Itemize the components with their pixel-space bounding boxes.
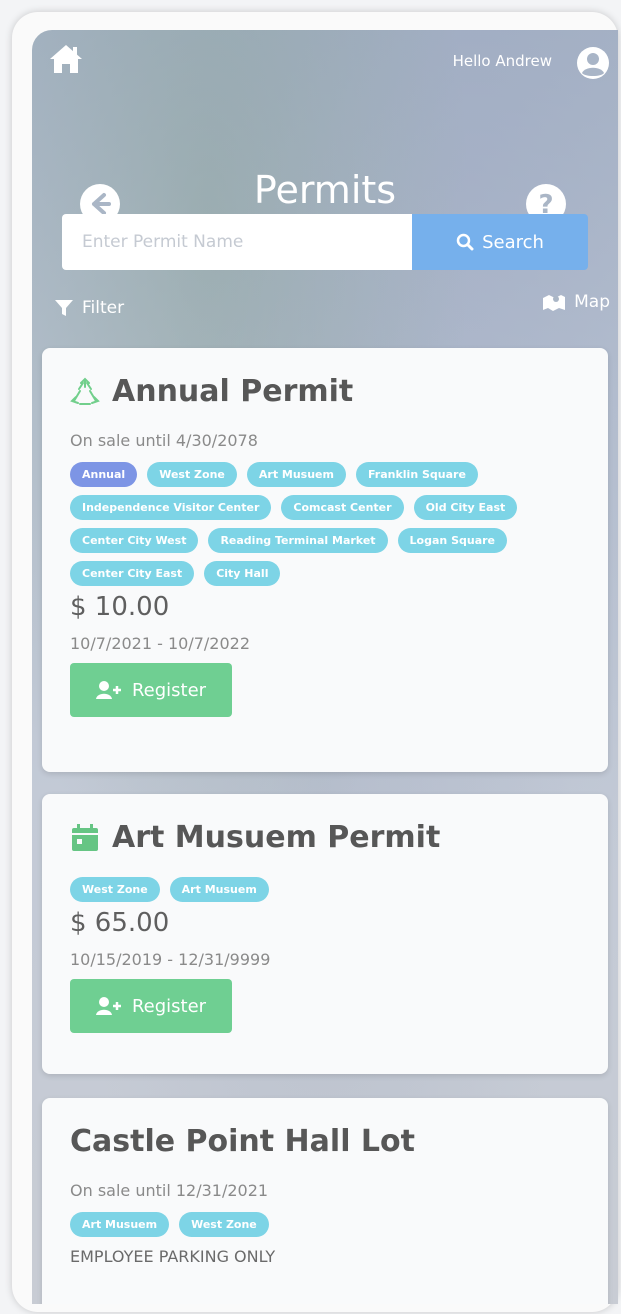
calendar-icon <box>72 823 98 851</box>
sale-text: On sale until 4/30/2078 <box>70 431 258 450</box>
permit-title: Art Musuem Permit <box>70 820 580 855</box>
tag: Independence Visitor Center <box>70 495 272 520</box>
register-label: Register <box>131 995 207 1017</box>
register-button[interactable]: Register <box>70 979 232 1033</box>
map-label: Map <box>574 292 610 312</box>
tag: Logan Square <box>397 528 508 553</box>
tag: Art Musuem <box>169 877 269 902</box>
tag: West Zone <box>147 462 237 487</box>
app-screen: Hello Andrew Permits ? Search <box>32 30 618 1304</box>
price: $ 10.00 <box>70 592 170 622</box>
permit-card-castle-point: Castle Point Hall Lot On sale until 12/3… <box>42 1098 608 1304</box>
tag: Center City West <box>70 528 199 553</box>
tag: Art Musuem <box>70 1212 170 1237</box>
search-bar: Search <box>62 214 588 270</box>
filter-icon <box>55 300 73 316</box>
home-icon[interactable] <box>48 42 84 76</box>
tag: City Hall <box>204 561 281 586</box>
map-icon <box>543 295 566 311</box>
recycle-icon <box>70 377 100 405</box>
tag: Franklin Square <box>355 462 478 487</box>
permit-name: Castle Point Hall Lot <box>70 1124 415 1159</box>
tag: Annual <box>70 462 138 487</box>
search-button[interactable]: Search <box>412 214 588 270</box>
top-bar: Hello Andrew <box>32 30 618 100</box>
tag-list: Art Musuem West Zone <box>70 1212 580 1237</box>
tag: Center City East <box>70 561 195 586</box>
tag: West Zone <box>179 1212 269 1237</box>
permit-name: Annual Permit <box>112 374 354 409</box>
date-range: 10/7/2021 - 10/7/2022 <box>70 634 251 653</box>
filter-label: Filter <box>82 298 125 318</box>
permit-note: EMPLOYEE PARKING ONLY <box>70 1247 276 1266</box>
permit-title: Castle Point Hall Lot <box>70 1124 580 1159</box>
tag: West Zone <box>70 877 160 902</box>
permit-name: Art Musuem Permit <box>112 820 441 855</box>
tag: Old City East <box>413 495 518 520</box>
permit-card-art-museum: Art Musuem Permit West Zone Art Musuem $… <box>42 794 608 1074</box>
date-range: 10/15/2019 - 12/31/9999 <box>70 950 271 969</box>
search-icon <box>456 233 474 251</box>
search-button-label: Search <box>482 231 544 253</box>
tag: Reading Terminal Market <box>208 528 388 553</box>
register-button[interactable]: Register <box>70 663 232 717</box>
tag-list: West Zone Art Musuem <box>70 877 580 902</box>
permit-title: Annual Permit <box>70 374 580 409</box>
tag: Comcast Center <box>281 495 404 520</box>
price: $ 65.00 <box>70 908 170 938</box>
user-circle-icon[interactable] <box>576 46 610 80</box>
permit-card-annual: Annual Permit On sale until 4/30/2078 An… <box>42 348 608 772</box>
tag: Art Musuem <box>246 462 346 487</box>
search-input[interactable] <box>62 214 412 270</box>
sale-text: On sale until 12/31/2021 <box>70 1181 269 1200</box>
map-button[interactable]: Map <box>542 292 610 312</box>
greeting-text: Hello Andrew <box>452 52 552 70</box>
user-plus-icon <box>95 997 121 1015</box>
user-plus-icon <box>95 681 121 699</box>
filter-button[interactable]: Filter <box>54 298 124 318</box>
tag-list: Annual West Zone Art Musuem Franklin Squ… <box>70 462 580 586</box>
register-label: Register <box>131 679 207 701</box>
